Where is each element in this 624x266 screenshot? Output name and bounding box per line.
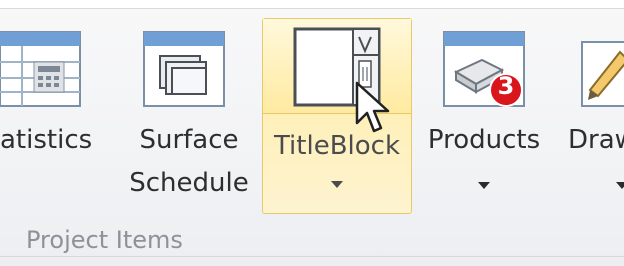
ribbon-top-edge — [0, 0, 624, 9]
drawing-button[interactable]: Draw — [560, 24, 624, 204]
ribbon-panel: atistics Surface Schedule TitleBlock 3 P… — [0, 0, 624, 266]
drawing-dropdown-arrow[interactable] — [616, 182, 624, 189]
surface-schedule-icon — [143, 31, 225, 107]
group-separator — [0, 256, 624, 257]
products-badge: 3 — [497, 72, 515, 100]
titleblock-label: TitleBlock — [273, 131, 401, 161]
surface-schedule-label-line2: Schedule — [129, 168, 249, 198]
surface-schedule-button[interactable]: Surface Schedule — [120, 24, 258, 204]
products-label: Products — [427, 125, 541, 155]
titleblock-dropdown-arrow[interactable] — [331, 181, 343, 188]
statistics-button[interactable]: atistics — [0, 24, 110, 204]
group-label: Project Items — [26, 226, 183, 254]
statistics-spreadsheet-icon — [0, 31, 81, 107]
drawing-pencil-icon — [581, 41, 624, 107]
titleblock-button[interactable]: TitleBlock — [262, 18, 412, 214]
products-dropdown-arrow[interactable] — [478, 182, 490, 189]
products-button[interactable]: 3 Products — [418, 24, 550, 204]
drawing-label: Draw — [568, 125, 624, 155]
surface-schedule-label-line1: Surface — [139, 125, 239, 155]
statistics-label: atistics — [0, 125, 93, 155]
